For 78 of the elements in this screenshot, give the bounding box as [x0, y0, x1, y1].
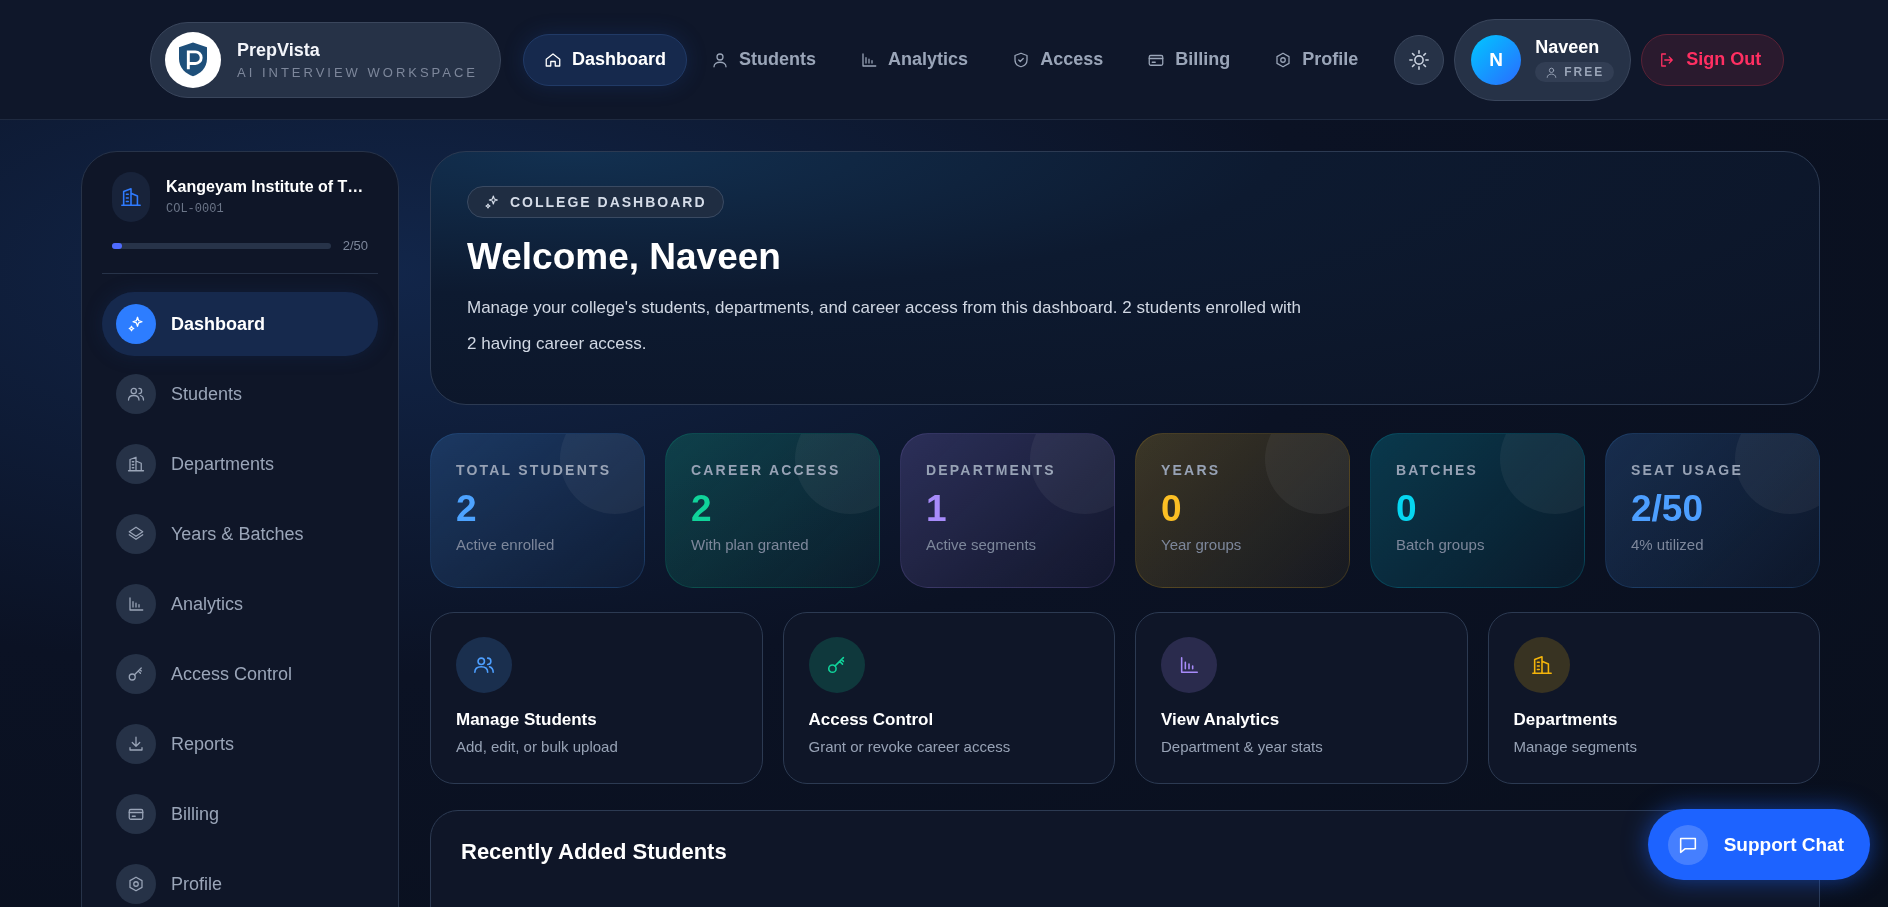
nav-tab[interactable]: Profile — [1254, 33, 1379, 86]
welcome-description: Manage your college's students, departments, and career access from this dashboard. 2 students enrolled with 2 having career access. — [467, 297, 1302, 355]
quick-action-card[interactable]: Manage Students Add, edit, or bulk upload — [430, 612, 763, 784]
section-title: Recently Added Students — [461, 839, 727, 865]
building-icon — [116, 444, 156, 484]
building-icon — [112, 172, 150, 222]
quick-action-card[interactable]: Departments Manage segments — [1487, 612, 1820, 784]
sun-icon — [1408, 48, 1431, 71]
sparkle-icon — [484, 194, 500, 210]
sidebar-item[interactable]: Access Control — [102, 642, 378, 706]
welcome-title: Welcome, Naveen — [467, 236, 782, 278]
stat-caption: Active segments — [926, 536, 1038, 553]
brand-pill[interactable]: PrepVista AI INTERVIEW WORKSPACE — [150, 21, 502, 98]
stat-label: YEARS — [1161, 462, 1222, 478]
shield-logo-icon — [165, 31, 221, 88]
action-subtitle: Grant or revoke career access — [808, 738, 1011, 755]
action-subtitle: Department & year stats — [1161, 738, 1323, 755]
college-code: COL-0001 — [166, 202, 225, 216]
stat-caption: With plan granted — [691, 536, 810, 553]
stat-value: 0 — [1396, 488, 1418, 530]
action-subtitle: Add, edit, or bulk upload — [456, 738, 618, 755]
stat-caption: Batch groups — [1396, 536, 1486, 553]
stat-label: BATCHES — [1396, 462, 1480, 478]
avatar: N — [1471, 34, 1522, 85]
nav-tab[interactable]: Access — [992, 33, 1124, 86]
stat-label: DEPARTMENTS — [926, 462, 1057, 478]
credit-card-icon — [116, 794, 156, 834]
key-icon — [116, 654, 156, 694]
stat-caption: Active enrolled — [456, 536, 556, 553]
nav-tab[interactable]: Students — [691, 33, 837, 86]
seat-count: 2/50 — [342, 238, 368, 253]
sidebar-item[interactable]: Dashboard — [102, 292, 378, 356]
stat-caption: Year groups — [1161, 536, 1243, 553]
action-title: Manage Students — [456, 710, 597, 730]
sidebar-item[interactable]: Years & Batches — [102, 502, 378, 566]
stat-value: 2 — [456, 488, 478, 530]
shield-icon — [1012, 50, 1031, 69]
sign-out-button[interactable]: Sign Out — [1641, 33, 1785, 86]
person-icon — [1545, 65, 1559, 79]
sidebar-item[interactable]: Reports — [102, 712, 378, 776]
sparkle-icon — [116, 304, 156, 344]
stat-value: 2 — [691, 488, 713, 530]
stat-label: SEAT USAGE — [1631, 462, 1744, 478]
stat-value: 1 — [926, 488, 948, 530]
quick-action-card[interactable]: Access Control Grant or revoke career access — [782, 612, 1115, 784]
sidebar-item[interactable]: Analytics — [102, 572, 378, 636]
sidebar-item[interactable]: Billing — [102, 782, 378, 846]
user-name: Naveen — [1535, 37, 1600, 58]
plan-badge: FREE — [1535, 62, 1615, 82]
action-title: Departments — [1513, 710, 1618, 730]
quick-action-card[interactable]: View Analytics Department & year stats — [1135, 612, 1468, 784]
brand-name: PrepVista — [237, 39, 321, 61]
sidebar-item[interactable]: Profile — [102, 852, 378, 907]
sidebar-item[interactable]: Departments — [102, 432, 378, 496]
action-title: View Analytics — [1161, 710, 1280, 730]
action-subtitle: Manage segments — [1513, 738, 1637, 755]
people-icon — [116, 374, 156, 414]
nav-tab[interactable]: Analytics — [840, 33, 989, 86]
download-icon — [116, 724, 156, 764]
nav-tab[interactable]: Dashboard — [523, 33, 688, 86]
stat-caption: 4% utilized — [1631, 536, 1705, 553]
stat-label: CAREER ACCESS — [691, 462, 842, 478]
user-pill[interactable]: N Naveen FREE — [1454, 18, 1632, 101]
hexagon-icon — [1274, 50, 1293, 69]
layers-icon — [116, 514, 156, 554]
stat-value: 2/50 — [1631, 488, 1704, 530]
college-name: Kangeyam Institute of T… — [166, 178, 364, 196]
sidebar-item[interactable]: Students — [102, 362, 378, 426]
bar-chart-icon — [116, 584, 156, 624]
person-icon — [711, 50, 730, 69]
brand-tagline: AI INTERVIEW WORKSPACE — [237, 64, 479, 80]
stat-value: 0 — [1161, 488, 1183, 530]
chat-icon — [1667, 824, 1708, 865]
nav-tab[interactable]: Billing — [1127, 33, 1251, 86]
support-chat-button[interactable]: Support Chat — [1647, 809, 1870, 880]
stat-label: TOTAL STUDENTS — [456, 462, 613, 478]
action-title: Access Control — [808, 710, 934, 730]
section-badge: COLLEGE DASHBOARD — [467, 186, 724, 218]
